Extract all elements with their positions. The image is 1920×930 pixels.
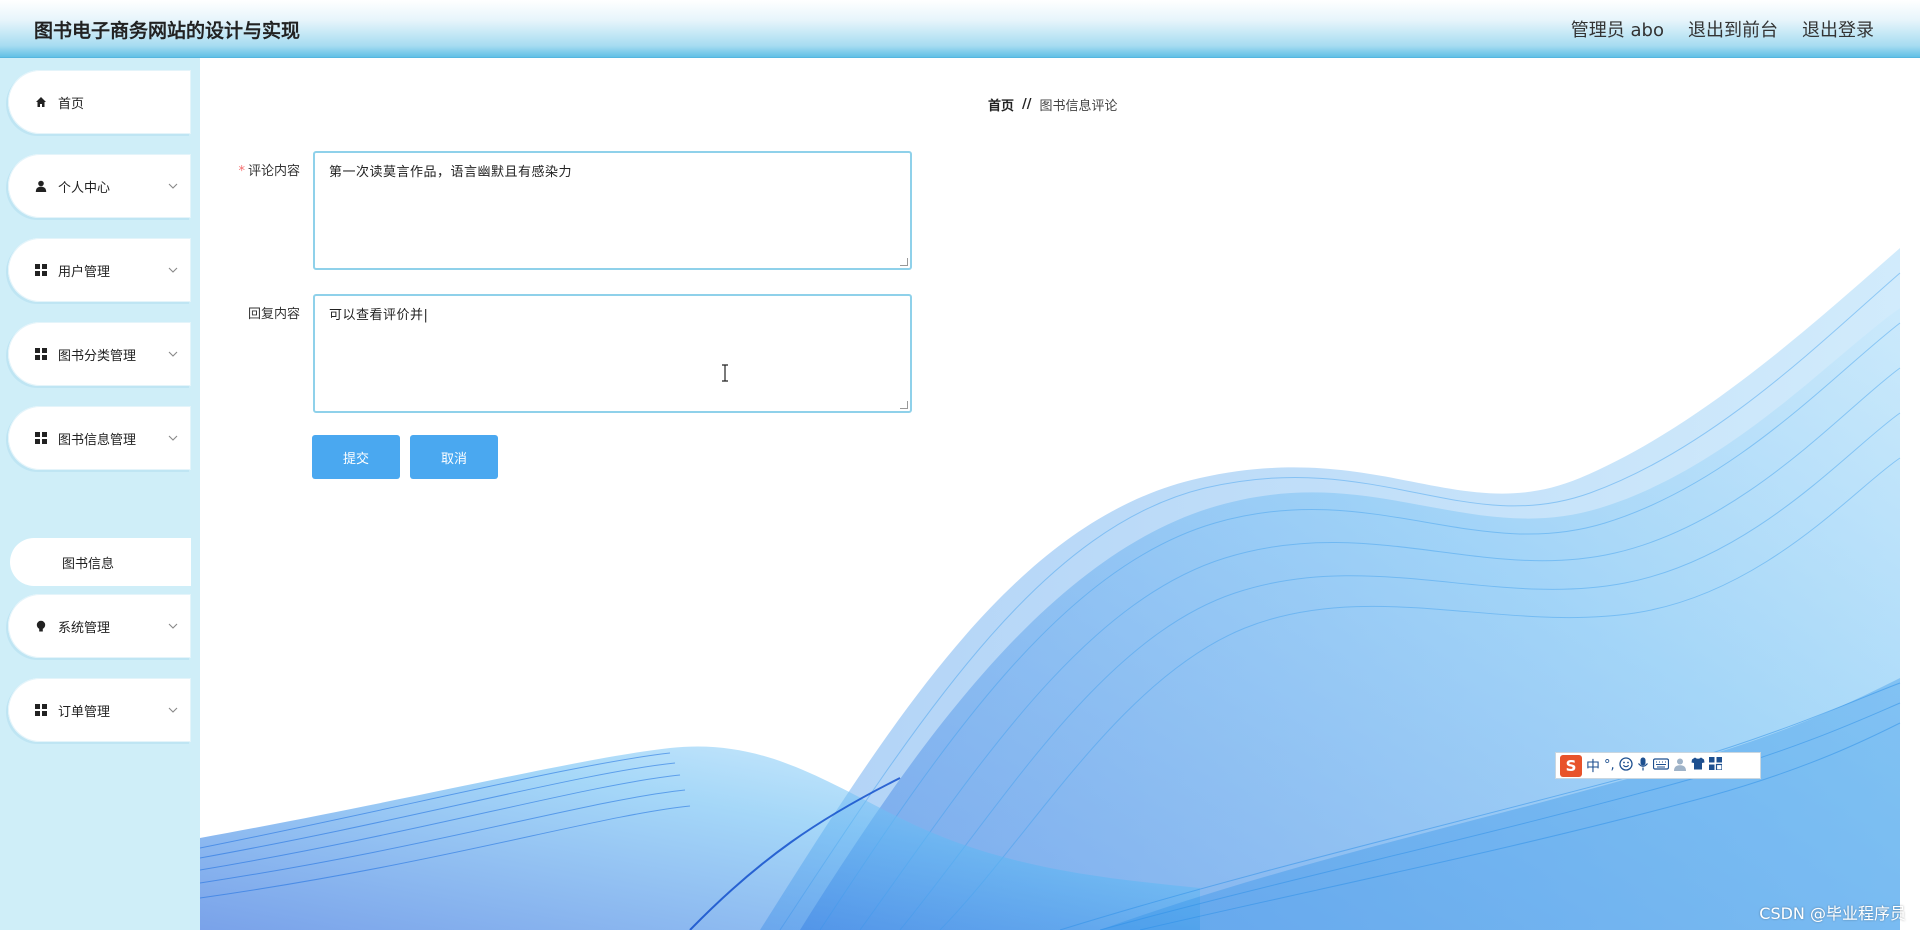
sidebar: 首页 个人中心 用户管理 图书分类管理 图书信息管理 图书信息 系统管理 订单管…	[0, 58, 200, 930]
breadcrumb-separator: //	[1022, 97, 1032, 112]
reply-textarea-value: 可以查看评价并|	[329, 308, 429, 323]
breadcrumb-current: 图书信息评论	[1039, 99, 1118, 114]
cancel-button[interactable]: 取消	[410, 435, 498, 479]
grid-icon	[34, 263, 48, 277]
chevron-down-icon	[167, 432, 179, 444]
sidebar-item-label: 订单管理	[58, 704, 111, 720]
grid-icon	[34, 431, 48, 445]
comment-textarea-value: 第一次读莫言作品，语言幽默且有感染力	[329, 165, 573, 180]
sidebar-item-label: 个人中心	[58, 180, 111, 196]
resize-handle-icon[interactable]	[900, 401, 908, 409]
bulb-icon	[34, 619, 48, 633]
sidebar-item-order-management[interactable]: 订单管理	[8, 678, 191, 742]
grid-icon	[34, 703, 48, 717]
reply-label: 回复内容	[247, 307, 300, 322]
back-to-frontend-link[interactable]: 退出到前台	[1688, 16, 1778, 42]
sidebar-item-system-management[interactable]: 系统管理	[8, 594, 191, 658]
chevron-down-icon	[167, 348, 179, 360]
resize-handle-icon[interactable]	[900, 258, 908, 266]
shirt-icon[interactable]	[1691, 757, 1705, 774]
grid-icon[interactable]	[1708, 757, 1723, 774]
user-icon[interactable]	[1673, 757, 1687, 775]
sidebar-subitem-book-info[interactable]: 图书信息	[10, 538, 191, 586]
app-title: 图书电子商务网站的设计与实现	[34, 20, 301, 42]
chevron-down-icon	[167, 704, 179, 716]
reply-textarea[interactable]: 可以查看评价并|	[313, 294, 912, 413]
keyboard-icon[interactable]	[1652, 757, 1669, 774]
sidebar-item-label: 系统管理	[58, 620, 111, 636]
comment-label-text: 评论内容	[247, 164, 300, 179]
ime-logo-icon[interactable]: S	[1560, 754, 1582, 777]
chevron-down-icon	[167, 620, 179, 632]
breadcrumb: 首页 // 图书信息评论	[988, 95, 1118, 114]
submit-button[interactable]: 提交	[312, 435, 400, 479]
comment-textarea[interactable]: 第一次读莫言作品，语言幽默且有感染力	[313, 151, 912, 270]
grid-icon	[34, 347, 48, 361]
breadcrumb-home[interactable]: 首页	[988, 95, 1014, 114]
ime-punct-toggle[interactable]: °,	[1604, 758, 1615, 773]
admin-user-link[interactable]: 管理员 abo	[1571, 16, 1664, 42]
sidebar-subitem-label: 图书信息	[62, 556, 115, 572]
required-mark: *	[238, 164, 245, 179]
ime-toolbar: S 中 °,	[1555, 752, 1761, 779]
csdn-watermark: CSDN @毕业程序员	[1759, 904, 1906, 923]
comment-label: * 评论内容	[200, 160, 300, 179]
main-content: 首页 // 图书信息评论 * 评论内容 第一次读莫言作品，语言幽默且有感染力 回复…	[200, 58, 1920, 930]
sidebar-item-personal-center[interactable]: 个人中心	[8, 154, 191, 218]
ime-mode-toggle[interactable]: 中	[1586, 756, 1600, 776]
sidebar-item-user-management[interactable]: 用户管理	[8, 238, 191, 302]
sidebar-item-label: 图书分类管理	[58, 348, 137, 364]
top-bar: 图书电子商务网站的设计与实现 管理员 abo 退出到前台 退出登录	[0, 0, 1920, 58]
sidebar-item-label: 首页	[58, 96, 85, 112]
top-links: 管理员 abo 退出到前台 退出登录	[1571, 16, 1874, 42]
home-icon	[34, 95, 48, 109]
chevron-down-icon	[167, 180, 179, 192]
sidebar-item-home[interactable]: 首页	[8, 70, 191, 134]
logout-link[interactable]: 退出登录	[1802, 16, 1874, 42]
chevron-down-icon	[167, 264, 179, 276]
sidebar-item-label: 用户管理	[58, 264, 111, 280]
user-icon	[34, 179, 48, 193]
microphone-icon[interactable]	[1637, 757, 1649, 775]
sidebar-item-book-category-management[interactable]: 图书分类管理	[8, 322, 191, 386]
smiley-icon[interactable]	[1618, 756, 1633, 775]
text-cursor-icon	[722, 364, 728, 382]
sidebar-item-label: 图书信息管理	[58, 432, 137, 448]
sidebar-item-book-info-management[interactable]: 图书信息管理	[8, 406, 191, 470]
